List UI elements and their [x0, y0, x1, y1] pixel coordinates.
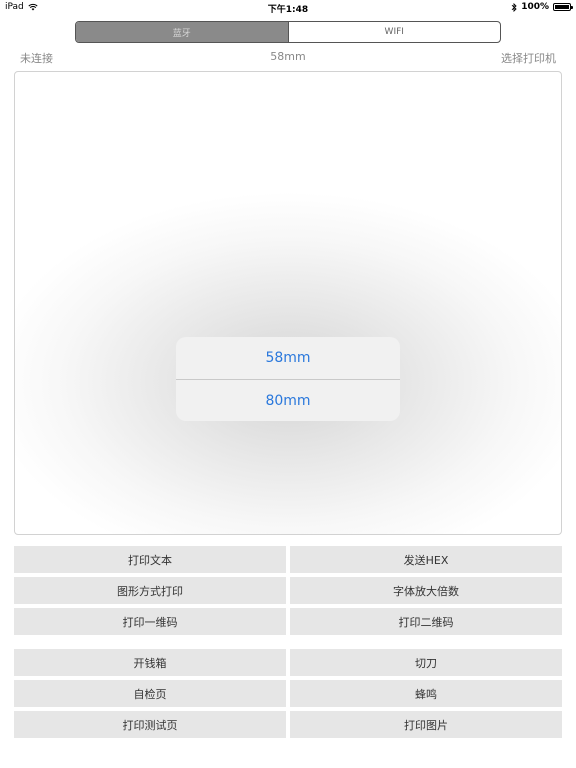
select-printer-button[interactable]: 选择打印机 [501, 50, 556, 66]
print-qrcode-button[interactable]: 打印二维码 [290, 608, 562, 635]
connection-type-segmented-control[interactable]: 蓝牙 WIFI [75, 21, 501, 43]
paper-size-option-58mm[interactable]: 58mm [176, 337, 400, 379]
battery-percent: 100% [521, 2, 549, 12]
font-scale-button[interactable]: 字体放大倍数 [290, 577, 562, 604]
cutter-button[interactable]: 切刀 [290, 649, 562, 676]
output-text-area[interactable] [14, 71, 562, 535]
paper-size-popup: 58mm 80mm [176, 337, 400, 421]
print-image-button[interactable]: 打印图片 [290, 711, 562, 738]
status-bar: iPad 下午1:48 100% [0, 0, 576, 16]
paper-size-button[interactable]: 58mm [20, 50, 556, 63]
print-barcode-button[interactable]: 打印一维码 [14, 608, 286, 635]
tab-wifi[interactable]: WIFI [287, 22, 501, 42]
print-functions-group: 打印文本 发送HEX 图形方式打印 字体放大倍数 打印一维码 打印二维码 [14, 546, 562, 635]
device-functions-group: 开钱箱 切刀 自检页 蜂鸣 打印测试页 打印图片 [14, 649, 562, 738]
send-hex-button[interactable]: 发送HEX [290, 546, 562, 573]
battery-icon [553, 3, 573, 11]
status-time: 下午1:48 [267, 5, 309, 15]
graphic-print-button[interactable]: 图形方式打印 [14, 577, 286, 604]
battery-level [555, 5, 569, 9]
self-test-page-button[interactable]: 自检页 [14, 680, 286, 707]
bluetooth-icon [511, 2, 517, 12]
info-row: 未连接 58mm 选择打印机 [20, 50, 556, 66]
tab-bluetooth[interactable]: 蓝牙 [76, 22, 288, 42]
print-test-page-button[interactable]: 打印测试页 [14, 711, 286, 738]
status-right: 100% [511, 2, 573, 12]
print-text-button[interactable]: 打印文本 [14, 546, 286, 573]
beep-button[interactable]: 蜂鸣 [290, 680, 562, 707]
paper-size-option-80mm[interactable]: 80mm [176, 379, 400, 421]
open-cash-drawer-button[interactable]: 开钱箱 [14, 649, 286, 676]
